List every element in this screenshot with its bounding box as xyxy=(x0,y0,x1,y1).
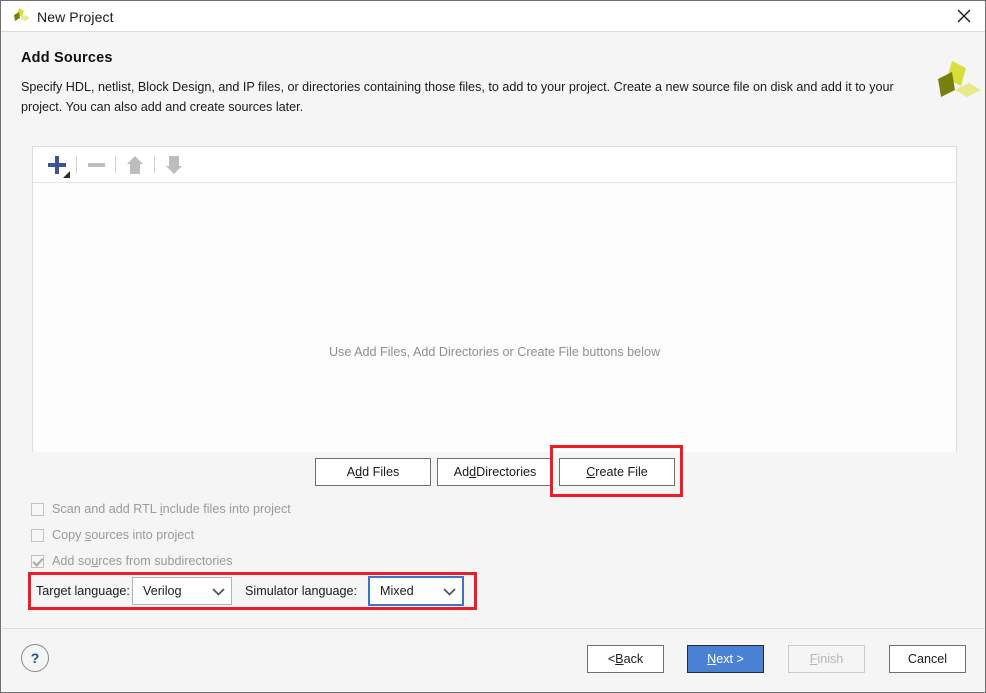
target-language-label: Target language: xyxy=(36,584,130,598)
help-button[interactable]: ? xyxy=(21,644,49,672)
add-directories-label: Ad xyxy=(453,465,470,479)
create-file-button[interactable]: Create File xyxy=(559,458,675,486)
simulator-language-label: Simulator language: xyxy=(245,584,358,598)
new-project-dialog: New Project Add Sources Specify HDL, net… xyxy=(0,0,986,693)
chevron-down-icon xyxy=(205,587,231,596)
finish-button: Finish xyxy=(788,645,865,673)
option-copy-sources[interactable]: Copy sources into project xyxy=(31,528,194,542)
option-scan-rtl-include[interactable]: Scan and add RTL include files into proj… xyxy=(31,502,291,516)
add-files-mnemonic: d xyxy=(355,465,363,479)
sources-list[interactable]: Use Add Files, Add Directories or Create… xyxy=(33,183,956,452)
target-language-select[interactable]: Verilog xyxy=(132,577,232,605)
window-title: New Project xyxy=(37,9,114,25)
cancel-button[interactable]: Cancel xyxy=(889,645,966,673)
checkbox-add-subdirectories[interactable] xyxy=(31,554,44,568)
option-copy-sources-label: Copy sources into project xyxy=(52,528,195,542)
move-down-button[interactable] xyxy=(158,151,190,179)
add-files-label-rest: d Files xyxy=(362,465,400,479)
plus-icon xyxy=(47,155,70,178)
simulator-language-select[interactable]: Mixed xyxy=(368,576,464,606)
xilinx-logo-icon xyxy=(11,7,31,27)
add-files-label: A xyxy=(346,465,356,479)
move-up-button[interactable] xyxy=(119,151,151,179)
dropdown-triangle-icon xyxy=(63,170,70,178)
sources-panel: Use Add Files, Add Directories or Create… xyxy=(32,146,957,452)
option-add-subdirectories-label: Add sources from subdirectories xyxy=(52,554,233,568)
create-file-mnemonic: C xyxy=(586,465,596,479)
toolbar-separator xyxy=(154,156,155,173)
sources-empty-message: Use Add Files, Add Directories or Create… xyxy=(328,345,661,359)
option-add-subdirectories[interactable]: Add sources from subdirectories xyxy=(31,554,233,568)
simulator-language-value: Mixed xyxy=(380,584,414,598)
sources-toolbar xyxy=(33,147,956,183)
page-description: Specify HDL, netlist, Block Design, and … xyxy=(21,80,894,114)
toolbar-separator xyxy=(76,156,77,173)
arrow-down-icon xyxy=(166,155,182,174)
page-title: Add Sources xyxy=(21,50,113,66)
checkbox-copy-sources[interactable] xyxy=(31,528,44,542)
close-icon[interactable] xyxy=(941,1,985,31)
option-scan-rtl-include-label: Scan and add RTL include files into proj… xyxy=(52,502,291,516)
checkbox-scan-rtl-include[interactable] xyxy=(31,502,44,516)
back-button[interactable]: < Back xyxy=(587,645,664,673)
create-file-label-rest: reate File xyxy=(595,465,648,479)
add-directories-mnemonic: d xyxy=(469,465,477,479)
footer-separator xyxy=(2,628,985,629)
add-files-button[interactable]: Add Files xyxy=(315,458,431,486)
chevron-down-icon xyxy=(436,587,462,596)
remove-source-button[interactable] xyxy=(80,151,112,179)
xilinx-logo xyxy=(933,59,981,111)
toolbar-separator xyxy=(115,156,116,173)
add-directories-button[interactable]: Ad d Directories xyxy=(437,458,553,486)
title-bar: New Project xyxy=(1,1,985,32)
add-source-button[interactable] xyxy=(41,151,73,179)
add-directories-label-rest: Directories xyxy=(476,465,537,479)
arrow-up-icon xyxy=(127,155,143,174)
next-button[interactable]: Next > xyxy=(687,645,764,673)
minus-icon xyxy=(87,162,105,167)
target-language-value: Verilog xyxy=(143,584,182,598)
